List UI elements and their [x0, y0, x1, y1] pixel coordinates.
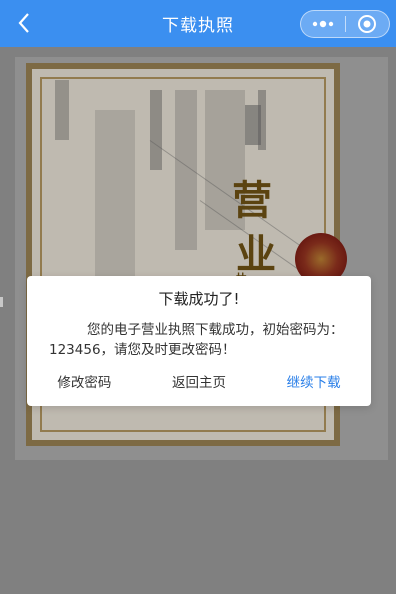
back-button[interactable]: [10, 9, 38, 37]
nav-bar: 下载执照: [0, 0, 396, 47]
more-dots-icon: [312, 20, 334, 28]
page-title: 下载执照: [162, 16, 234, 36]
dialog-title: 下载成功了!: [158, 290, 240, 308]
download-success-dialog: 下载成功了! 您的电子营业执照下载成功，初始密码为：123456，请您及时更改密…: [27, 276, 371, 406]
close-miniprogram-button[interactable]: [346, 11, 389, 37]
edge-handle: [0, 297, 3, 307]
chevron-left-icon: [18, 13, 29, 33]
license-heading-char: 营: [232, 177, 272, 224]
dialog-actions: 修改密码 返回主页 继续下载: [27, 368, 371, 398]
back-home-button[interactable]: 返回主页: [142, 368, 257, 398]
change-password-button[interactable]: 修改密码: [27, 368, 142, 398]
more-button[interactable]: [301, 11, 345, 37]
continue-download-button[interactable]: 继续下载: [256, 368, 371, 398]
dialog-message: 您的电子营业执照下载成功，初始密码为：123456，请您及时更改密码！: [49, 322, 344, 358]
target-close-icon: [358, 15, 377, 33]
miniprogram-capsule: [300, 10, 390, 38]
